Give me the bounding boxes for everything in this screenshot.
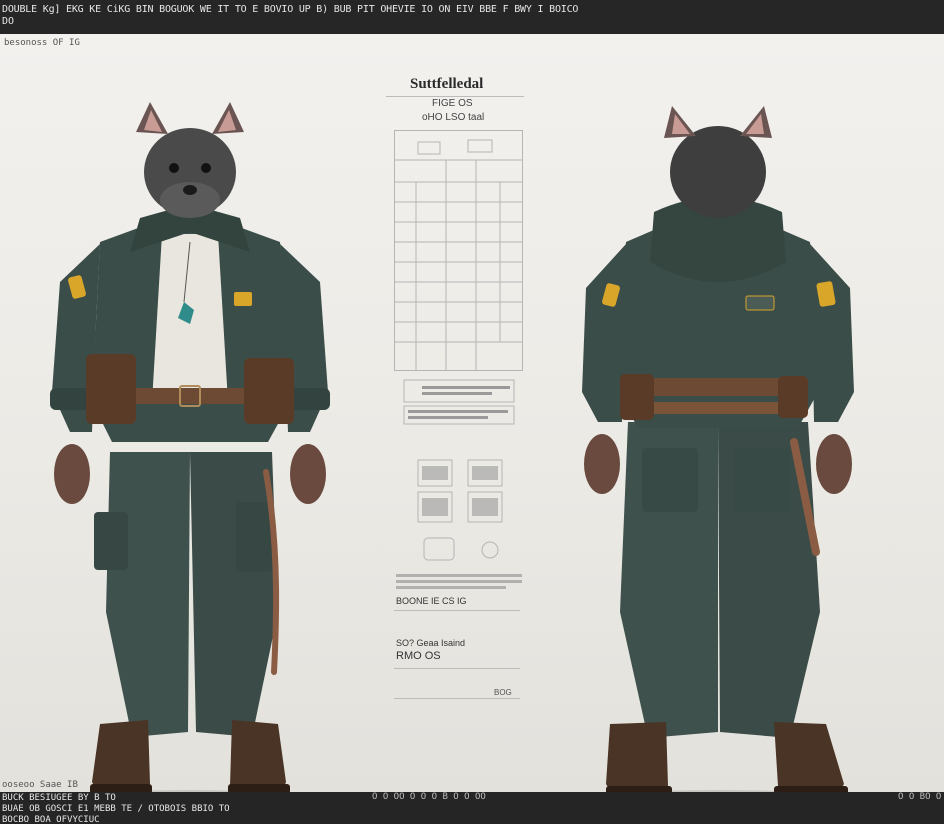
title-bar-text: DOUBLE Kg] EKG KE CiKG BIN BOGUOK WE IT …	[2, 4, 579, 15]
spec-subtitle: FIGE OS	[432, 98, 473, 109]
spec-divider	[394, 698, 520, 699]
spec-divider	[394, 668, 520, 669]
spec-note-3: RMO OS	[396, 650, 441, 662]
status-bar: ooseoo Saae IB BUCK BESIUGEE BY B TO BUA…	[0, 780, 944, 824]
spec-note-4: BOG	[494, 688, 512, 697]
title-bar-subtext: DO	[2, 16, 15, 27]
character-sheet-window: DOUBLE Kg] EKG KE CiKG BIN BOGUOK WE IT …	[0, 0, 944, 824]
character-front-view	[50, 102, 330, 792]
status-line-3: BOCBO BOA OFVYCIUC	[2, 815, 100, 824]
status-line-2: BUAE OB GOSCI E1 MEBB TE / OTOBOIS BBIO …	[2, 804, 230, 814]
spec-title: Suttfelledal	[410, 76, 484, 92]
spec-divider	[394, 610, 520, 611]
status-middle: O O OO O O O B O O OO	[372, 792, 486, 802]
spec-note-2: SO? Geaa Isaind	[396, 638, 466, 648]
sheet-subtitle: besonoss OF IG	[4, 38, 80, 48]
title-bar: DOUBLE Kg] EKG KE CiKG BIN BOGUOK WE IT …	[0, 0, 944, 34]
spec-divider	[386, 96, 524, 97]
spec-note-1: BOONE IE CS IG	[396, 596, 467, 606]
spec-panel: Suttfelledal FIGE OS oHO LSO taal BOONE …	[386, 76, 526, 716]
spec-subtitle-2: oHO LSO taal	[422, 112, 485, 123]
status-caption: ooseoo Saae IB	[2, 780, 78, 790]
turnaround-sheet: besonoss OF IG Suttfelledal FIGE OS oHO …	[0, 34, 944, 792]
status-right: O O BO O	[898, 792, 942, 802]
character-back-view	[582, 106, 854, 792]
spec-table-grid	[394, 130, 523, 589]
status-line-1: BUCK BESIUGEE BY B TO	[2, 793, 116, 803]
